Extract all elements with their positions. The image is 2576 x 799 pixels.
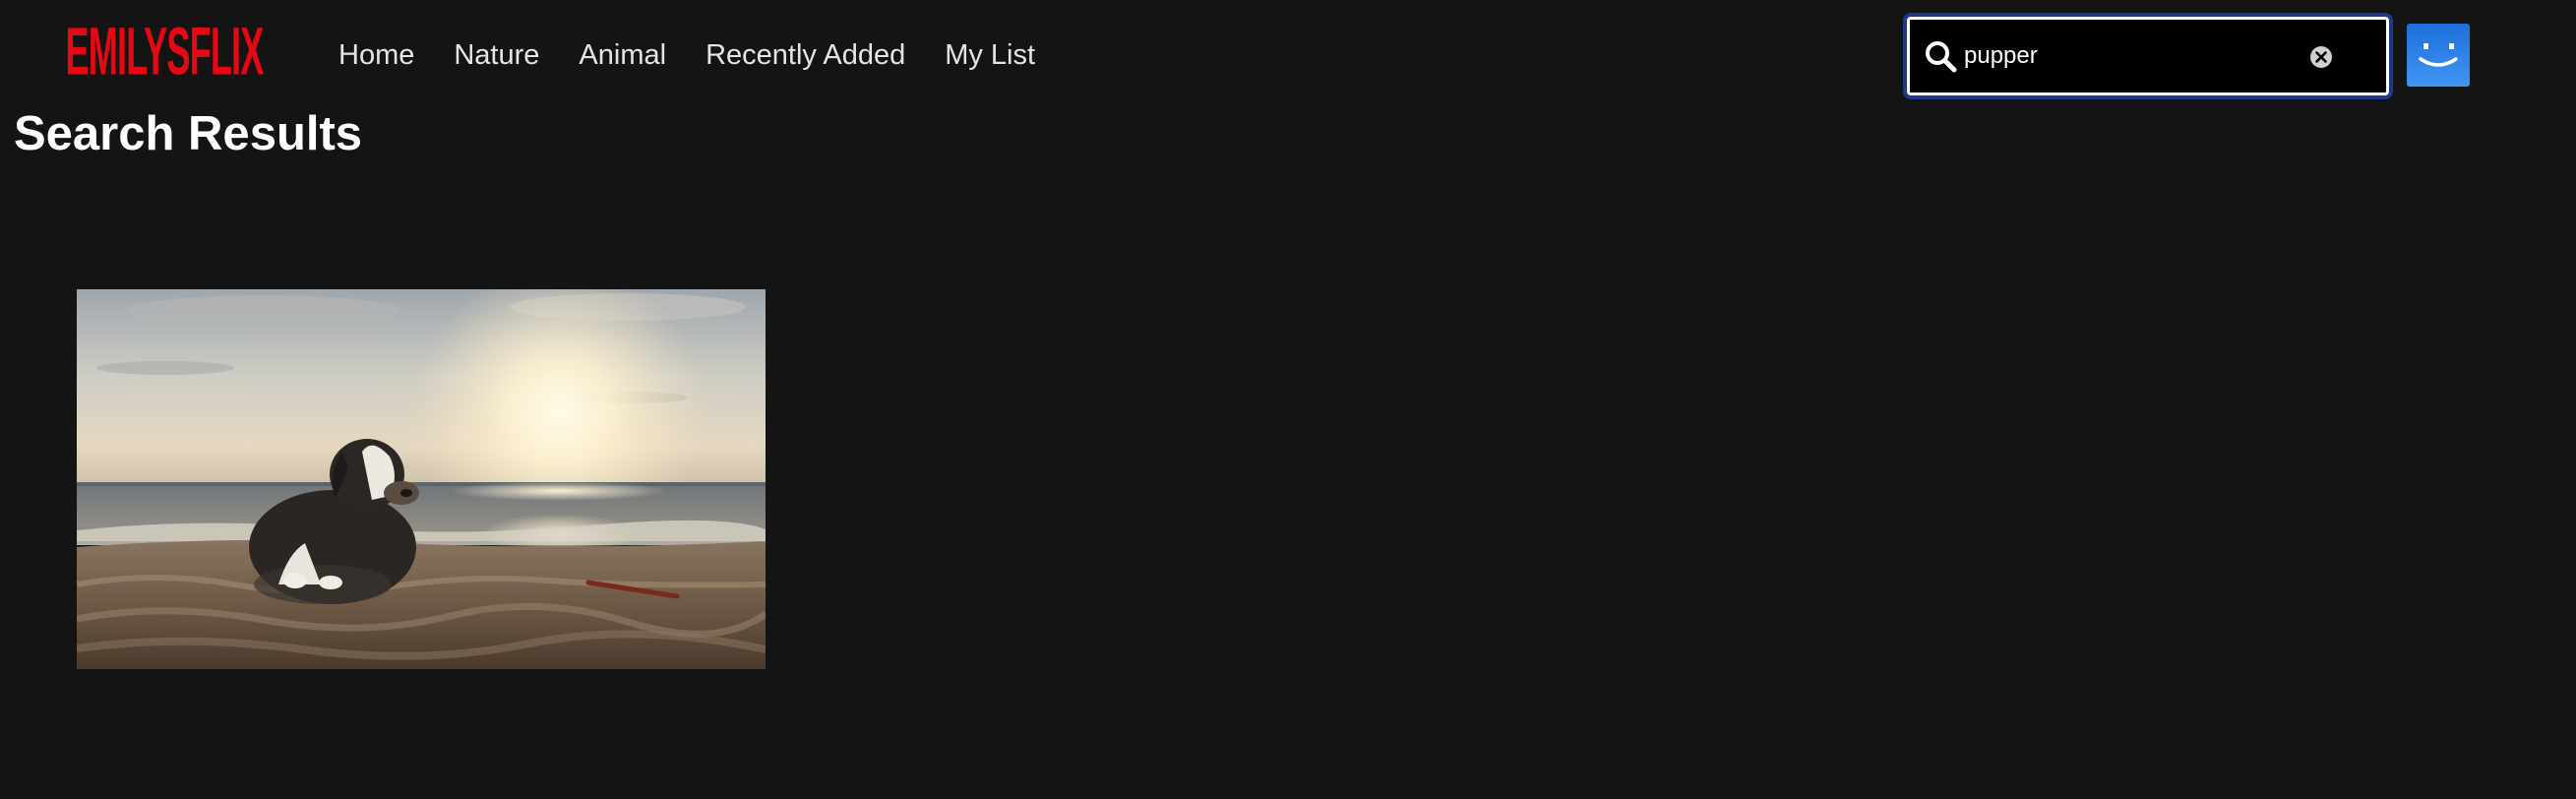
nav-item-home[interactable]: Home <box>338 39 414 72</box>
main-nav: Home Nature Animal Recently Added My Lis… <box>338 30 1074 81</box>
search-input[interactable] <box>1964 31 2289 81</box>
page-title: Search Results <box>14 107 363 160</box>
brand-logo[interactable]: EMILYSFLIX <box>66 1 265 104</box>
nav-item-recently-added[interactable]: Recently Added <box>705 39 905 72</box>
nav-item-animal[interactable]: Animal <box>579 39 666 72</box>
search-box[interactable] <box>1907 17 2389 95</box>
search-icon <box>1926 41 1957 73</box>
puppy-on-beach-image <box>77 289 766 669</box>
profile-avatar[interactable] <box>2407 24 2470 87</box>
smiley-face-icon <box>2419 43 2458 67</box>
result-card-thumbnail[interactable] <box>77 289 766 669</box>
nav-item-nature[interactable]: Nature <box>454 39 539 72</box>
clear-icon[interactable] <box>2308 44 2334 70</box>
nav-item-my-list[interactable]: My List <box>945 39 1035 72</box>
